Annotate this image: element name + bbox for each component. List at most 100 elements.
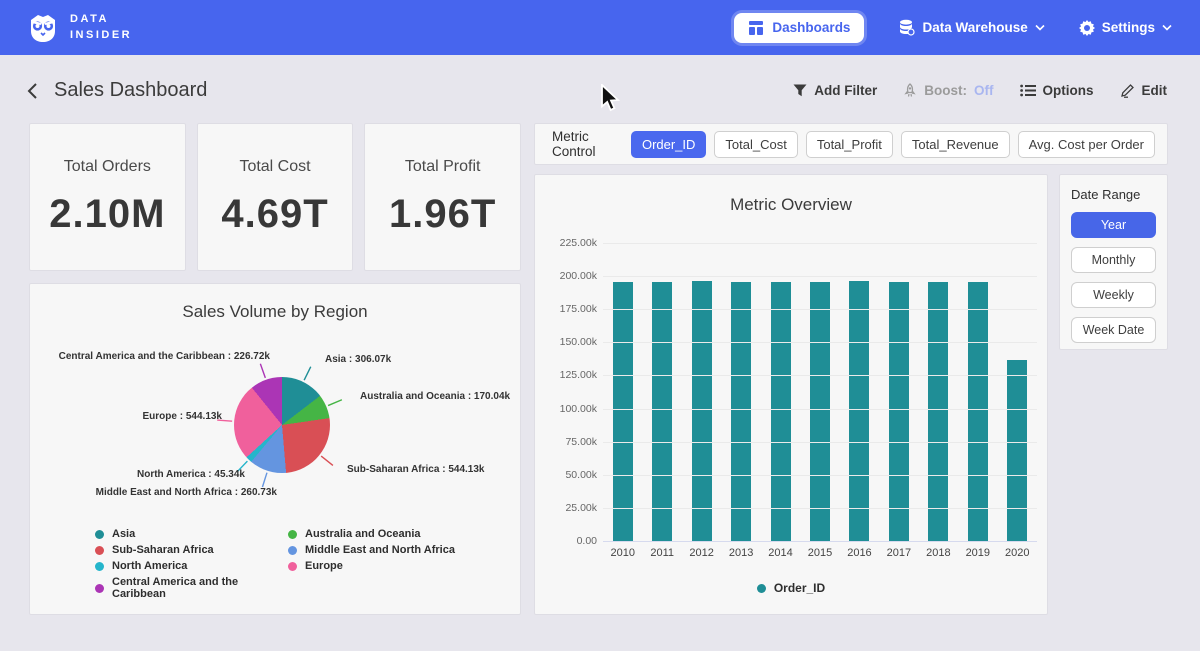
legend-dot (288, 530, 297, 539)
kpi-value: 1.96T (389, 192, 496, 237)
pie-callout-label: Middle East and North Africa : 260.73k (96, 487, 277, 498)
metric-chip-avg-cost-per-order[interactable]: Avg. Cost per Order (1018, 131, 1155, 158)
bar-chart-x-axis: 2010201120122013201420152016201720182019… (603, 547, 1037, 559)
nav-settings[interactable]: Settings (1079, 20, 1172, 36)
x-tick-label: 2015 (800, 547, 839, 559)
bar-chart-plot: 225.00k200.00k175.00k150.00k125.00k100.0… (603, 243, 1037, 541)
pie-callout-label: Australia and Oceania : 170.04k (360, 391, 510, 402)
pie-legend-item[interactable]: Central America and the Caribbean (95, 576, 288, 600)
nav-data-warehouse[interactable]: Data Warehouse (898, 19, 1044, 36)
legend-label: North America (112, 560, 187, 572)
pie-leader-line (262, 473, 267, 487)
x-tick-label: 2014 (761, 547, 800, 559)
nav-settings-label: Settings (1102, 20, 1155, 35)
kpi-value: 4.69T (221, 192, 328, 237)
date-range-year-button[interactable]: Year (1071, 212, 1156, 238)
legend-dot (95, 562, 104, 571)
bar-2013[interactable] (731, 282, 751, 541)
pie-leader-line (304, 367, 311, 380)
metric-chip-order-id[interactable]: Order_ID (631, 131, 706, 158)
nav-dashboards-button[interactable]: Dashboards (734, 13, 864, 43)
edit-button[interactable]: Edit (1120, 83, 1168, 98)
gridline (603, 342, 1037, 343)
bar-column (761, 243, 800, 541)
pie-legend-item[interactable]: Asia (95, 528, 288, 540)
bar-2015[interactable] (810, 282, 830, 541)
bar-2018[interactable] (928, 282, 948, 541)
kpi-label: Total Profit (405, 158, 481, 176)
bar-2020[interactable] (1007, 360, 1027, 541)
metric-chip-total-revenue[interactable]: Total_Revenue (901, 131, 1010, 158)
kpi-label: Total Cost (239, 158, 310, 176)
bar-column (840, 243, 879, 541)
bar-2010[interactable] (613, 282, 633, 541)
bar-column (682, 243, 721, 541)
legend-dot (288, 546, 297, 555)
legend-label: Sub-Saharan Africa (112, 544, 214, 556)
date-range-weekly-button[interactable]: Weekly (1071, 282, 1156, 308)
bar-column (721, 243, 760, 541)
bar-chart-card: Metric Overview 225.00k200.00k175.00k150… (535, 175, 1047, 614)
pie-leader-line (328, 400, 342, 406)
pie-callout-label: Central America and the Caribbean : 226.… (59, 351, 270, 362)
date-range-monthly-button[interactable]: Monthly (1071, 247, 1156, 273)
kpi-label: Total Orders (64, 158, 151, 176)
pie-callout-label: Europe : 544.13k (143, 411, 222, 422)
pie-legend-item[interactable]: Sub-Saharan Africa (95, 544, 288, 556)
bar-2012[interactable] (692, 281, 712, 541)
gridline (603, 409, 1037, 410)
date-range-panel: Date Range Year Monthly Weekly Week Date (1060, 175, 1167, 349)
boost-label: Boost: (924, 83, 967, 98)
pie-chart[interactable] (234, 377, 330, 473)
bar-2011[interactable] (652, 282, 672, 541)
y-tick-label: 150.00k (541, 336, 597, 348)
database-icon (898, 19, 915, 36)
boost-toggle[interactable]: Boost: Off (903, 83, 993, 98)
owl-logo-icon (26, 11, 60, 45)
bar-2016[interactable] (849, 281, 869, 541)
dashboard-toolbar: Sales Dashboard Add Filter Boost: Off (0, 55, 1200, 102)
pie-legend-item[interactable]: Australia and Oceania (288, 528, 520, 540)
bar-column (998, 243, 1037, 541)
bar-2019[interactable] (968, 282, 988, 541)
metric-chip-total-profit[interactable]: Total_Profit (806, 131, 893, 158)
gridline (603, 276, 1037, 277)
legend-dot (95, 584, 104, 593)
x-tick-label: 2013 (721, 547, 760, 559)
back-button[interactable] (26, 82, 38, 100)
y-tick-label: 25.00k (541, 502, 597, 514)
y-tick-label: 200.00k (541, 270, 597, 282)
pie-legend: AsiaAustralia and Oceania Sub-Saharan Afr… (95, 528, 520, 600)
pencil-icon (1120, 83, 1135, 98)
bar-chart-title: Metric Overview (535, 175, 1047, 215)
page-title: Sales Dashboard (54, 79, 207, 102)
pie-callout-label: North America : 45.34k (137, 469, 245, 480)
gear-icon (1079, 20, 1095, 36)
gridline (603, 475, 1037, 476)
gridline (603, 541, 1037, 542)
kpi-row: Total Orders 2.10M Total Cost 4.69T Tota… (30, 124, 520, 270)
logo-text: DATA INSIDER (70, 12, 132, 44)
chevron-down-icon (1162, 24, 1172, 31)
pie-legend-item[interactable]: North America (95, 560, 288, 572)
bar-2017[interactable] (889, 282, 909, 541)
nav-data-warehouse-label: Data Warehouse (922, 20, 1027, 35)
gridline (603, 309, 1037, 310)
date-range-week-date-button[interactable]: Week Date (1071, 317, 1156, 343)
gridline (603, 375, 1037, 376)
metric-chip-total-cost[interactable]: Total_Cost (714, 131, 797, 158)
add-filter-button[interactable]: Add Filter (793, 83, 877, 98)
x-tick-label: 2010 (603, 547, 642, 559)
bar-column (958, 243, 997, 541)
options-button[interactable]: Options (1020, 83, 1094, 98)
legend-dot (288, 562, 297, 571)
bar-2014[interactable] (771, 282, 791, 541)
legend-dot (95, 546, 104, 555)
dashboard-grid-icon (748, 20, 764, 36)
bar-column (919, 243, 958, 541)
pie-chart-card: Sales Volume by Region Asia : 306.07kAus… (30, 284, 520, 614)
pie-legend-item[interactable]: Europe (288, 560, 520, 572)
metric-control-label: Metric Control (552, 129, 611, 159)
pie-legend-item[interactable]: Middle East and North Africa (288, 544, 520, 556)
kpi-card-total-cost: Total Cost 4.69T (198, 124, 353, 270)
